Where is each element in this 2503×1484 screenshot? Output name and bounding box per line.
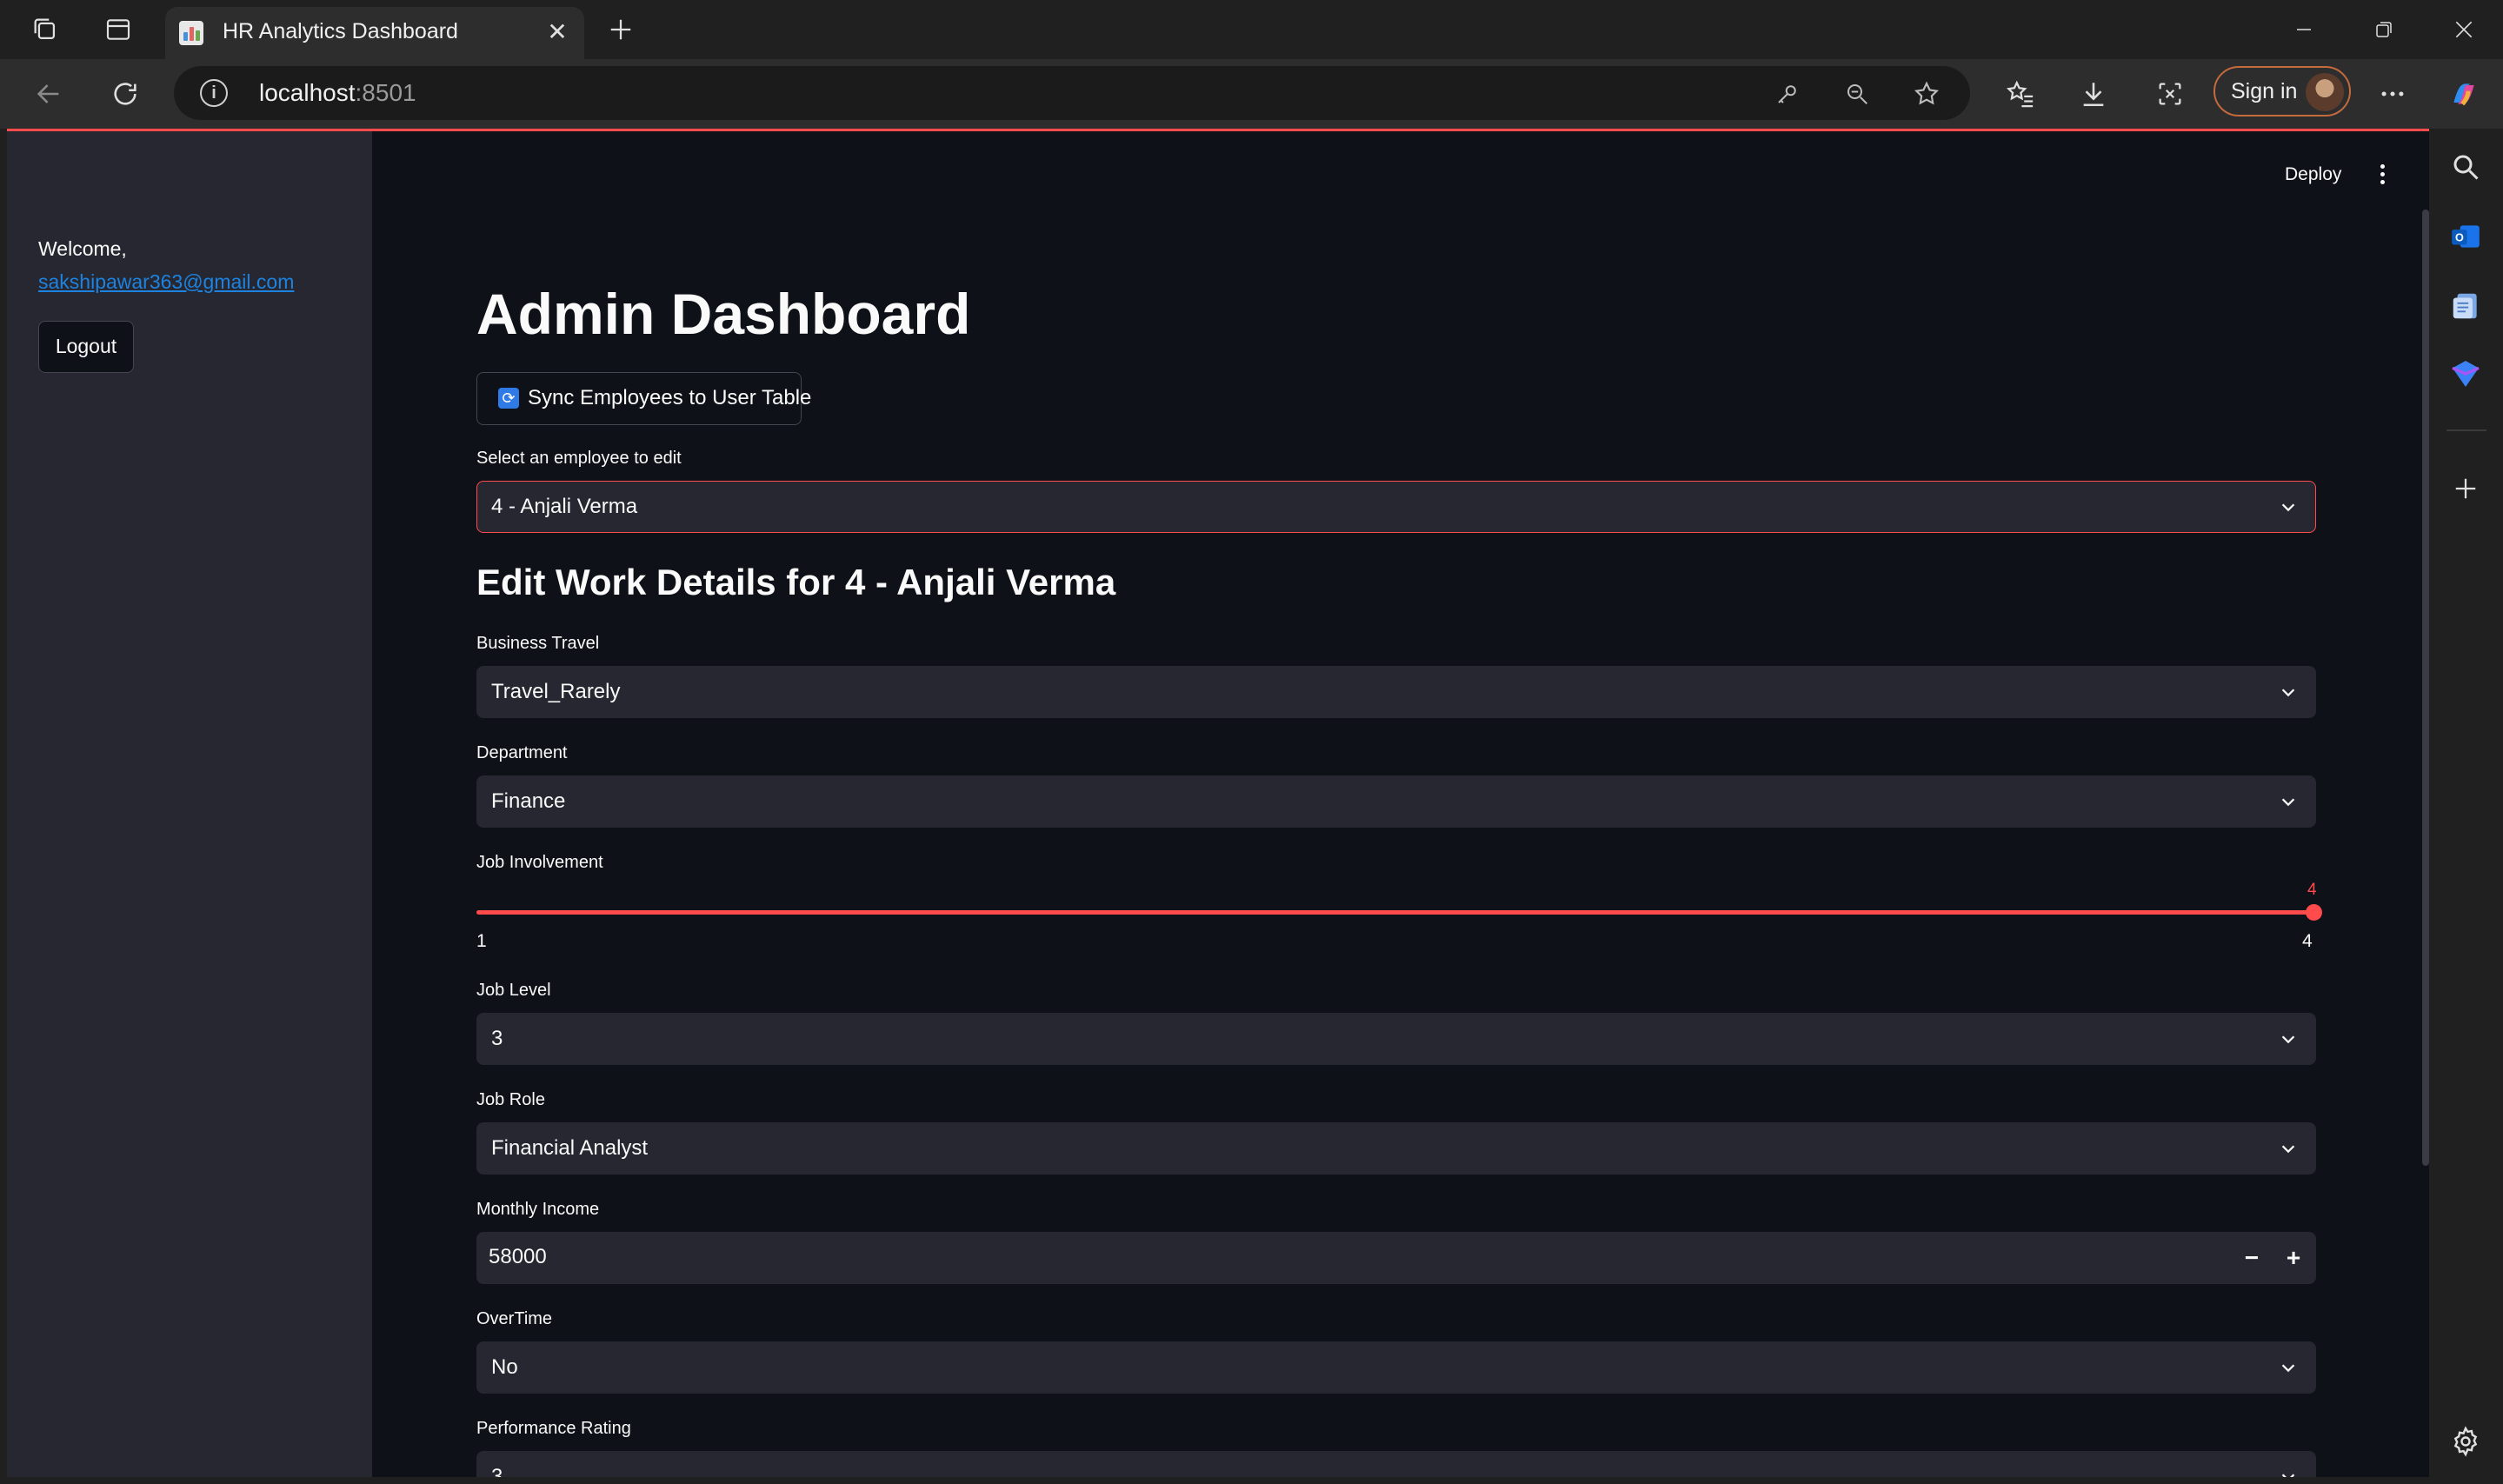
logout-button[interactable]: Logout — [38, 321, 134, 373]
search-icon[interactable] — [2445, 146, 2486, 188]
employee-select[interactable]: 4 - Anjali Verma — [476, 481, 2316, 533]
url-text: localhost:8501 — [259, 79, 416, 106]
slider-max-label: 4 — [2302, 931, 2313, 951]
job-involvement-slider-track[interactable] — [476, 910, 2316, 915]
slider-min-label: 1 — [476, 931, 487, 951]
close-window-icon[interactable] — [2438, 9, 2490, 50]
sign-in-button[interactable]: Sign in — [2213, 66, 2351, 116]
add-icon[interactable] — [2445, 468, 2486, 509]
back-icon[interactable] — [30, 75, 68, 113]
key-icon[interactable] — [1772, 78, 1803, 110]
chevron-down-icon — [2281, 1364, 2295, 1373]
welcome-text: Welcome, — [38, 237, 127, 260]
job-involvement-slider-thumb[interactable] — [2306, 904, 2322, 921]
tab-title: HR Analytics Dashboard — [223, 19, 458, 43]
browser-tab[interactable]: HR Analytics Dashboard ✕ — [165, 7, 584, 59]
deploy-button[interactable]: Deploy — [2285, 164, 2341, 185]
user-email-link[interactable]: sakshipawar363@gmail.com — [38, 270, 294, 294]
outlook-icon[interactable]: O — [2445, 216, 2486, 257]
employee-select-label: Select an employee to edit — [476, 449, 682, 468]
performance-rating-select[interactable]: 3 — [476, 1451, 2316, 1477]
sync-employees-button[interactable]: ⟳ Sync Employees to User Table — [476, 372, 811, 425]
job-level-select[interactable]: 3 — [476, 1013, 2316, 1065]
designer-icon[interactable] — [2445, 353, 2486, 395]
monthly-income-input[interactable]: 58000 − + — [476, 1232, 2316, 1284]
app-viewport: Welcome, sakshipawar363@gmail.com Logout… — [7, 129, 2429, 1477]
sync-icon: ⟳ — [498, 388, 519, 409]
new-tab-icon[interactable] — [603, 12, 638, 47]
job-involvement-label: Job Involvement — [476, 853, 603, 872]
decrement-button[interactable]: − — [2233, 1239, 2271, 1277]
page-title: Admin Dashboard — [476, 282, 971, 346]
copilot-icon[interactable] — [2445, 75, 2483, 113]
favorite-star-icon[interactable] — [1911, 78, 1942, 110]
page-scrollbar[interactable] — [2422, 210, 2429, 1166]
app-sidebar: Welcome, sakshipawar363@gmail.com Logout — [7, 131, 372, 1477]
overtime-label: OverTime — [476, 1309, 553, 1328]
downloads-icon[interactable] — [2074, 75, 2113, 113]
address-toolbar: i localhost:8501 Sign in — [0, 59, 2503, 129]
svg-text:O: O — [2455, 232, 2464, 244]
profile-avatar — [2306, 73, 2344, 111]
department-select[interactable]: Finance — [476, 775, 2316, 828]
department-label: Department — [476, 743, 568, 762]
favorites-list-icon[interactable] — [2001, 75, 2040, 113]
business-travel-label: Business Travel — [476, 634, 600, 653]
chart-favicon-icon — [179, 21, 203, 45]
chevron-down-icon — [2281, 689, 2295, 697]
edge-sidebar: O — [2429, 129, 2503, 1484]
main-menu-icon[interactable] — [2373, 164, 2391, 190]
job-level-label: Job Level — [476, 981, 551, 1000]
sidebar-divider — [2446, 429, 2486, 431]
chevron-down-icon — [2281, 1474, 2295, 1477]
screenshot-icon[interactable] — [2151, 75, 2189, 113]
monthly-income-label: Monthly Income — [476, 1200, 600, 1219]
section-title: Edit Work Details for 4 - Anjali Verma — [476, 562, 1116, 602]
chevron-down-icon — [2281, 503, 2295, 512]
job-role-select[interactable]: Financial Analyst — [476, 1122, 2316, 1175]
site-info-icon[interactable]: i — [200, 79, 228, 107]
address-bar[interactable]: i localhost:8501 — [174, 66, 1970, 120]
slider-value: 4 — [2307, 881, 2317, 899]
job-role-label: Job Role — [476, 1090, 545, 1109]
office-icon[interactable] — [2445, 285, 2486, 327]
reload-icon[interactable] — [106, 75, 144, 113]
browser-tab-strip: HR Analytics Dashboard ✕ — [0, 0, 2503, 59]
business-travel-select[interactable]: Travel_Rarely — [476, 666, 2316, 718]
chevron-down-icon — [2281, 1035, 2295, 1044]
zoom-out-icon[interactable] — [1841, 78, 1873, 110]
overtime-select[interactable]: No — [476, 1341, 2316, 1394]
tab-actions-icon[interactable] — [101, 12, 136, 47]
close-tab-icon[interactable]: ✕ — [543, 17, 572, 47]
increment-button[interactable]: + — [2274, 1239, 2313, 1277]
more-options-icon[interactable] — [2373, 75, 2412, 113]
restore-icon[interactable] — [2358, 9, 2410, 50]
chevron-down-icon — [2281, 798, 2295, 807]
chevron-down-icon — [2281, 1145, 2295, 1154]
minimize-icon[interactable] — [2278, 9, 2330, 50]
workspaces-icon[interactable] — [28, 12, 63, 47]
performance-rating-label: Performance Rating — [476, 1419, 631, 1438]
settings-gear-icon[interactable] — [2445, 1421, 2486, 1462]
